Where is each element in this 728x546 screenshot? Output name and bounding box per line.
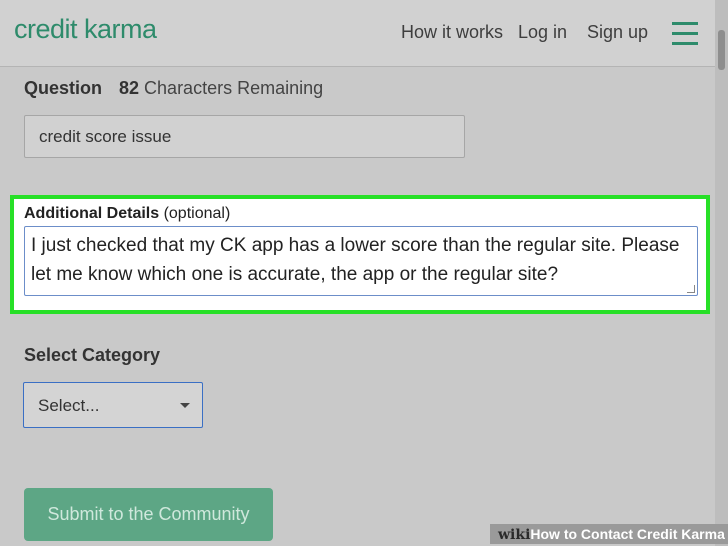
scrollbar-thumb[interactable] bbox=[718, 30, 725, 70]
remaining-count: 82 bbox=[119, 78, 140, 98]
additional-details-textarea[interactable]: I just checked that my CK app has a lowe… bbox=[24, 226, 698, 296]
select-category-label: Select Category bbox=[24, 345, 161, 365]
characters-remaining: 82 Characters Remaining bbox=[119, 78, 323, 99]
hamburger-menu-icon[interactable] bbox=[672, 22, 698, 46]
details-label-text: Additional Details bbox=[24, 205, 160, 222]
additional-details-highlight: Additional Details (optional) I just che… bbox=[10, 195, 710, 314]
question-label: Question bbox=[24, 78, 103, 98]
submit-button[interactable]: Submit to the Community bbox=[24, 488, 273, 541]
wikihow-watermark: wikiHow to Contact Credit Karma bbox=[490, 524, 728, 544]
question-input[interactable]: credit score issue bbox=[24, 115, 465, 158]
details-textarea-value: I just checked that my CK app has a lowe… bbox=[31, 235, 680, 285]
watermark-title: How to Contact Credit Karma bbox=[530, 526, 725, 542]
details-optional-text: (optional) bbox=[163, 205, 231, 222]
remaining-text: Characters Remaining bbox=[144, 78, 324, 98]
site-header: credit karma How it works Log in Sign up bbox=[0, 0, 715, 67]
nav-how-it-works-link[interactable]: How it works bbox=[401, 22, 503, 43]
watermark-brand: wiki bbox=[498, 527, 531, 543]
category-select[interactable]: Select... bbox=[23, 382, 203, 428]
nav-log-in-link[interactable]: Log in bbox=[518, 22, 567, 43]
textarea-resize-handle[interactable] bbox=[687, 285, 695, 293]
page-scrollbar[interactable] bbox=[715, 0, 728, 546]
category-selected-value: Select... bbox=[38, 396, 100, 415]
nav-sign-up-link[interactable]: Sign up bbox=[587, 22, 648, 43]
credit-karma-logo[interactable]: credit karma bbox=[14, 14, 157, 45]
additional-details-label: Additional Details (optional) bbox=[24, 205, 230, 223]
caret-down-icon bbox=[180, 403, 190, 408]
